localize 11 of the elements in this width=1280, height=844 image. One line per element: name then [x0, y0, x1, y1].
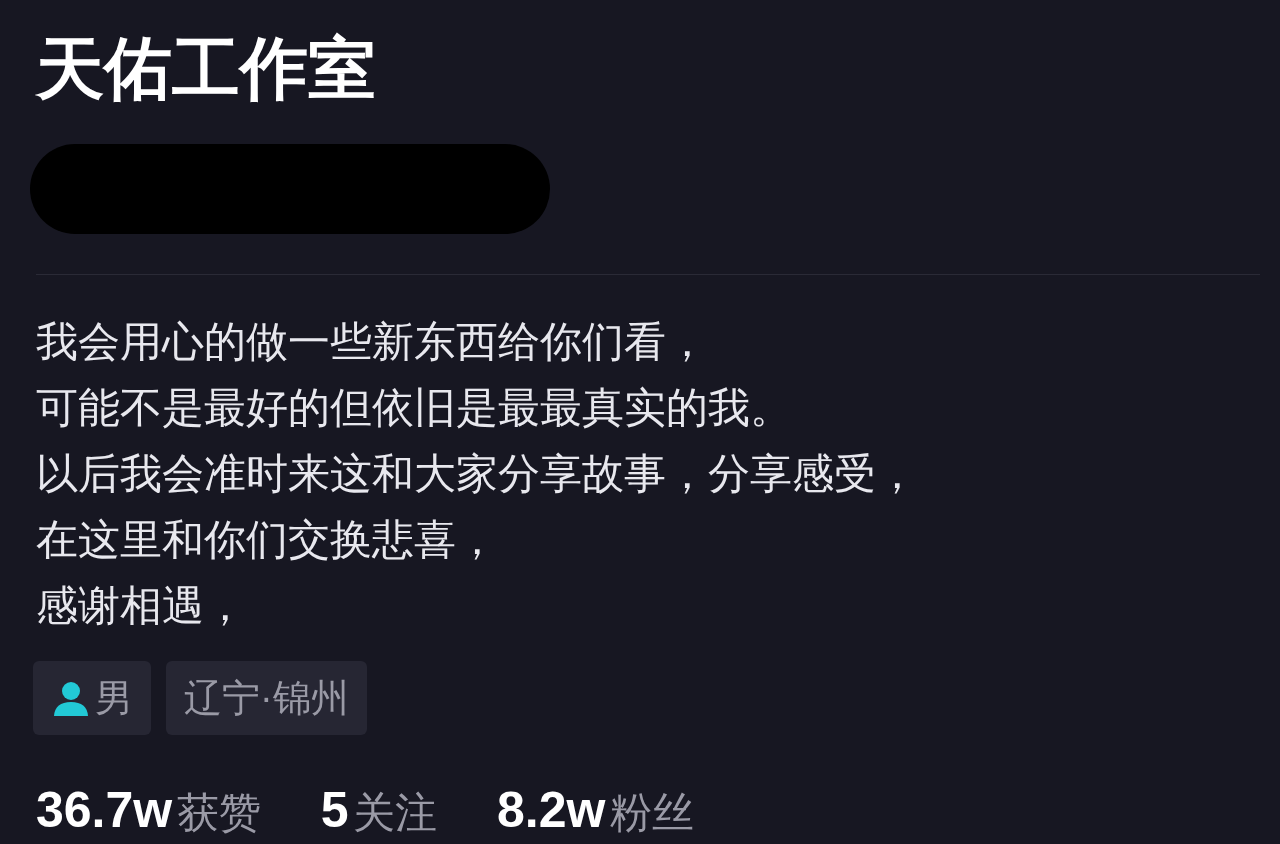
- profile-stat: 5关注: [320, 785, 437, 835]
- profile-stat: 8.2w粉丝: [496, 785, 694, 835]
- bio-line: 以后我会准时来这和大家分享故事，分享感受，: [36, 449, 919, 499]
- profile-name: 天佑工作室: [36, 34, 377, 102]
- bio-line: 感谢相遇，: [36, 581, 247, 631]
- tag-text: 男: [95, 675, 133, 721]
- bio-line: 在这里和你们交换悲喜，: [36, 515, 499, 565]
- bio-line: 可能不是最好的但依旧是最最真实的我。: [36, 383, 793, 433]
- profile-stat: 36.7w获赞: [36, 785, 261, 835]
- bio-line: 我会用心的做一些新东西给你们看，: [36, 317, 709, 367]
- tag-text: 辽宁·锦州: [184, 675, 349, 721]
